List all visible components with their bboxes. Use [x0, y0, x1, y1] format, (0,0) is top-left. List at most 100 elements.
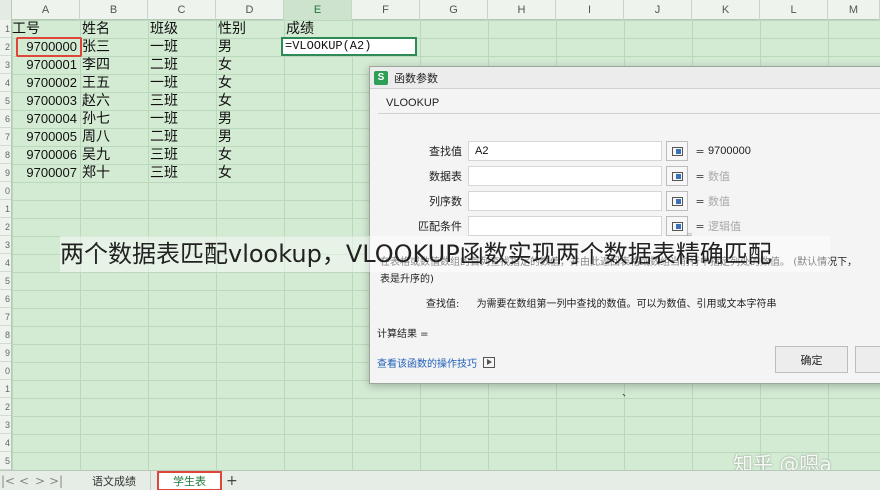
prev-sheet-arrow-icon[interactable]: < [16, 474, 32, 488]
cell-a[interactable]: 9700007 [12, 164, 80, 182]
column-header-g[interactable]: G [420, 0, 488, 20]
row-header[interactable]: 1 [0, 200, 11, 218]
active-cell-e2[interactable]: =VLOOKUP(A2) [281, 37, 417, 56]
cell-a[interactable]: 9700005 [12, 128, 80, 146]
cell-b[interactable]: 张三 [80, 38, 148, 56]
column-header-c[interactable]: C [148, 0, 216, 20]
cell-c[interactable]: 二班 [148, 56, 216, 74]
row-header[interactable]: 3 [0, 416, 11, 434]
cell-a[interactable]: 9700004 [12, 110, 80, 128]
cell-c[interactable]: 三班 [148, 164, 216, 182]
row-header[interactable]: 4 [0, 434, 11, 452]
row-header[interactable]: 6 [0, 110, 11, 128]
cell-e[interactable] [284, 146, 352, 164]
column-header-a[interactable]: A [12, 0, 80, 20]
row-header[interactable]: 0 [0, 182, 11, 200]
range-picker-icon[interactable] [666, 166, 688, 186]
row-header[interactable]: 4 [0, 254, 11, 272]
cancel-button[interactable] [855, 346, 880, 373]
argument-input[interactable] [468, 216, 662, 236]
function-tips-link-text[interactable]: 查看该函数的操作技巧 [377, 355, 477, 370]
row-header[interactable]: 8 [0, 146, 11, 164]
column-header-h[interactable]: H [488, 0, 556, 20]
cell-c[interactable]: 班级 [148, 20, 216, 38]
column-header-j[interactable]: J [624, 0, 692, 20]
cell-c[interactable]: 二班 [148, 128, 216, 146]
row-header[interactable]: 5 [0, 452, 11, 470]
row-header[interactable]: 2 [0, 398, 11, 416]
cell-e[interactable] [284, 164, 352, 182]
row-header[interactable]: 0 [0, 362, 11, 380]
row-header[interactable]: 7 [0, 128, 11, 146]
row-header[interactable]: 2 [0, 38, 11, 56]
ok-button[interactable]: 确定 [775, 346, 848, 373]
cell-b[interactable]: 吴九 [80, 146, 148, 164]
add-sheet-icon[interactable]: + [226, 473, 238, 489]
cell-e[interactable] [284, 128, 352, 146]
cell-d[interactable]: 男 [216, 128, 284, 146]
column-header-b[interactable]: B [80, 0, 148, 20]
row-header[interactable]: 3 [0, 56, 11, 74]
cell-b[interactable]: 王五 [80, 74, 148, 92]
row-header[interactable]: 1 [0, 20, 11, 38]
row-header[interactable]: 8 [0, 326, 11, 344]
row-header[interactable]: 5 [0, 272, 11, 290]
cell-d[interactable]: 女 [216, 164, 284, 182]
column-header-l[interactable]: L [760, 0, 828, 20]
cell-e[interactable] [284, 56, 352, 74]
cell-e[interactable] [284, 92, 352, 110]
cell-e[interactable] [284, 110, 352, 128]
sheet-tab-chinese-scores[interactable]: 语文成绩 [78, 470, 151, 490]
last-sheet-arrow-icon[interactable]: >| [48, 474, 64, 488]
cell-b[interactable]: 李四 [80, 56, 148, 74]
select-all-corner[interactable] [0, 0, 12, 20]
cell-c[interactable]: 三班 [148, 92, 216, 110]
column-header-m[interactable]: M [828, 0, 880, 20]
cell-b[interactable]: 赵六 [80, 92, 148, 110]
row-header[interactable]: 9 [0, 344, 11, 362]
sheet-tab-students[interactable]: 学生表 [157, 470, 222, 490]
cell-a[interactable]: 9700001 [12, 56, 80, 74]
cell-c[interactable]: 一班 [148, 38, 216, 56]
cell-d[interactable]: 男 [216, 110, 284, 128]
video-play-icon[interactable] [483, 357, 495, 368]
cell-d[interactable]: 性别 [216, 20, 284, 38]
cell-a[interactable]: 9700002 [12, 74, 80, 92]
cell-e[interactable] [284, 74, 352, 92]
cell-b[interactable]: 姓名 [80, 20, 148, 38]
argument-input[interactable]: A2 [468, 141, 662, 161]
argument-input[interactable] [468, 166, 662, 186]
cell-d[interactable]: 女 [216, 56, 284, 74]
cell-d[interactable]: 男 [216, 38, 284, 56]
row-header[interactable]: 1 [0, 380, 11, 398]
column-header-i[interactable]: I [556, 0, 624, 20]
cell-c[interactable]: 三班 [148, 146, 216, 164]
cell-a[interactable]: 工号 [12, 20, 80, 38]
next-sheet-arrow-icon[interactable]: > [32, 474, 48, 488]
row-header[interactable]: 5 [0, 92, 11, 110]
first-sheet-arrow-icon[interactable]: |< [0, 474, 16, 488]
row-header[interactable]: 9 [0, 164, 11, 182]
cell-a[interactable]: 9700003 [12, 92, 80, 110]
cell-c[interactable]: 一班 [148, 110, 216, 128]
argument-input[interactable] [468, 191, 662, 211]
cell-c[interactable]: 一班 [148, 74, 216, 92]
cell-d[interactable]: 女 [216, 74, 284, 92]
range-picker-icon[interactable] [666, 141, 688, 161]
cell-b[interactable]: 孙七 [80, 110, 148, 128]
row-header[interactable]: 3 [0, 236, 11, 254]
row-header[interactable]: 2 [0, 218, 11, 236]
row-header[interactable]: 7 [0, 308, 11, 326]
cell-e[interactable]: 成绩 [284, 20, 352, 38]
range-picker-icon[interactable] [666, 191, 688, 211]
column-header-e[interactable]: E [284, 0, 352, 20]
cell-d[interactable]: 女 [216, 146, 284, 164]
dialog-title-bar[interactable]: S 函数参数 [370, 67, 880, 89]
range-picker-icon[interactable] [666, 216, 688, 236]
row-header[interactable]: 6 [0, 290, 11, 308]
cell-b[interactable]: 郑十 [80, 164, 148, 182]
cell-a[interactable]: 9700006 [12, 146, 80, 164]
cell-b[interactable]: 周八 [80, 128, 148, 146]
column-header-k[interactable]: K [692, 0, 760, 20]
function-tips-link[interactable]: 查看该函数的操作技巧 [377, 355, 495, 370]
